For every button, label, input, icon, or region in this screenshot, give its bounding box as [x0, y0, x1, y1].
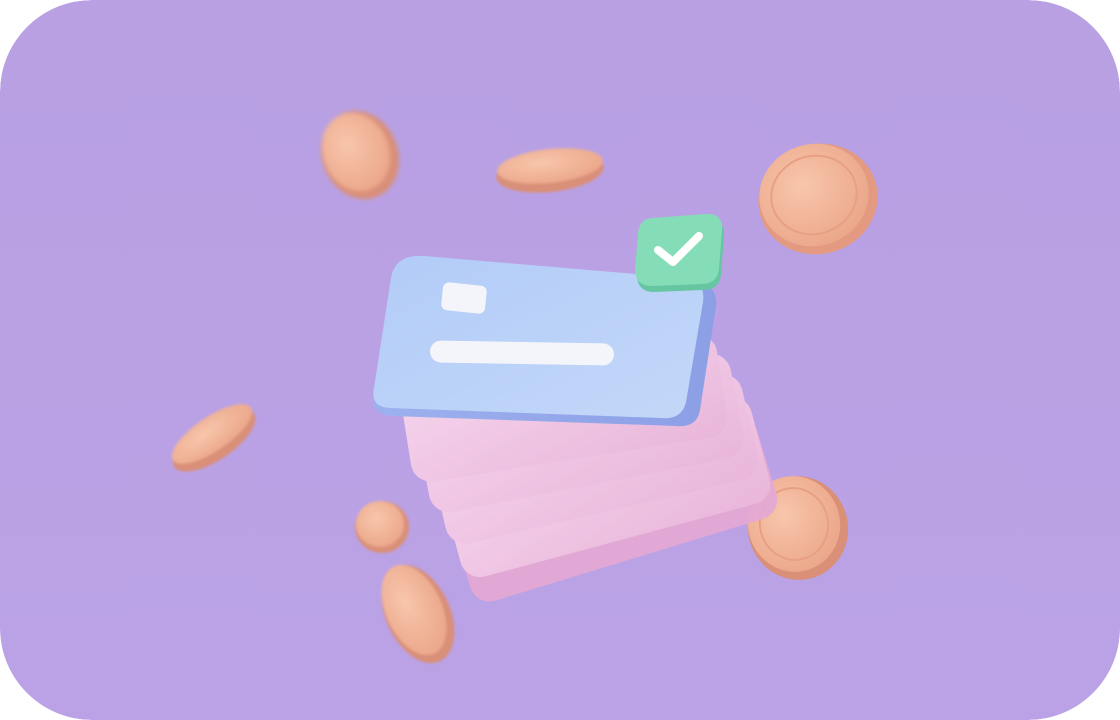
background-panel — [0, 0, 1120, 720]
check-badge — [635, 213, 725, 292]
illustration-scene — [0, 0, 1120, 720]
card-stripe — [430, 340, 614, 366]
coin-small-left — [355, 501, 409, 553]
card-chip — [441, 282, 487, 314]
payment-illustration — [0, 0, 1120, 720]
